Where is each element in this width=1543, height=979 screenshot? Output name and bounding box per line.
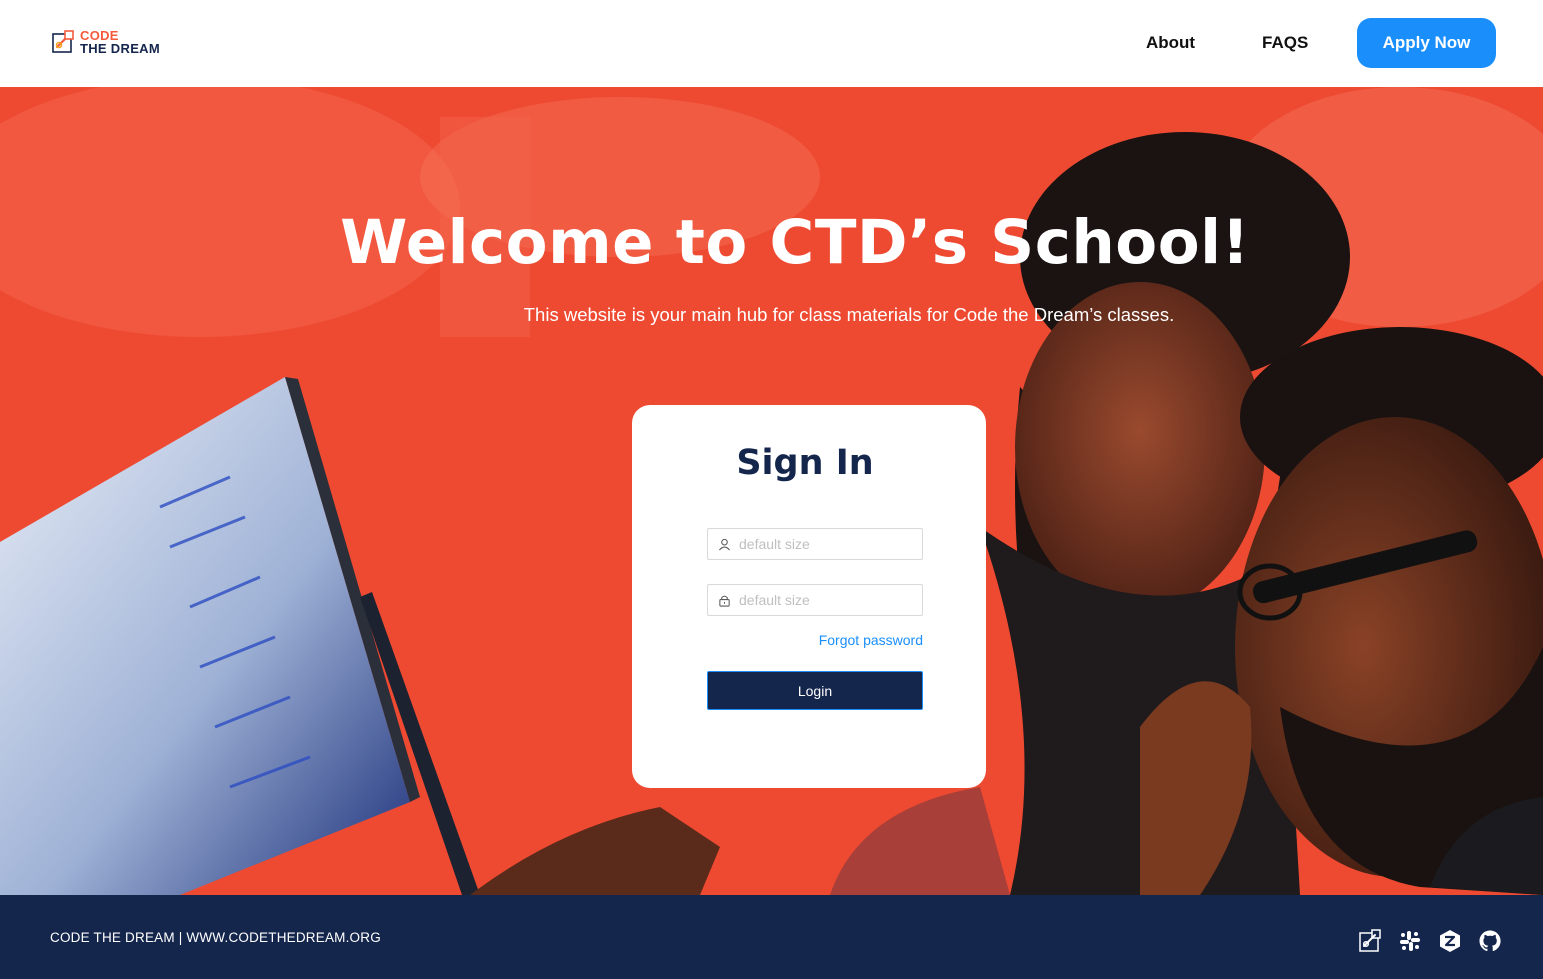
logo-mark-icon bbox=[52, 30, 74, 53]
username-input[interactable] bbox=[739, 536, 909, 552]
user-icon bbox=[719, 538, 730, 550]
password-field[interactable] bbox=[707, 584, 923, 616]
slack-icon[interactable] bbox=[1398, 929, 1422, 953]
nav-about-link[interactable]: About bbox=[1146, 33, 1195, 53]
top-header: CODE THE DREAM About FAQS Apply Now bbox=[0, 0, 1543, 87]
github-icon[interactable] bbox=[1478, 929, 1502, 953]
logo-text-line2: THE DREAM bbox=[80, 41, 160, 56]
zulip-icon[interactable] bbox=[1438, 929, 1462, 953]
ctd-logo[interactable]: CODE THE DREAM bbox=[51, 29, 160, 55]
logo-text: CODE THE DREAM bbox=[80, 29, 160, 55]
ctd-link-icon[interactable] bbox=[1358, 929, 1382, 953]
footer: CODE THE DREAM | WWW.CODETHEDREAM.ORG bbox=[0, 895, 1543, 979]
username-field[interactable] bbox=[707, 528, 923, 560]
signin-card: Sign In Forgot password Login bbox=[632, 405, 986, 788]
hero-title: Welcome to CTD’s School! bbox=[340, 207, 1250, 278]
forgot-password-link[interactable]: Forgot password bbox=[707, 632, 923, 648]
login-button[interactable]: Login bbox=[707, 671, 923, 710]
lock-icon bbox=[719, 595, 730, 607]
nav-faqs-link[interactable]: FAQS bbox=[1262, 33, 1308, 53]
apply-now-button[interactable]: Apply Now bbox=[1357, 18, 1496, 68]
signin-title: Sign In bbox=[736, 443, 874, 483]
footer-social-icons bbox=[1358, 929, 1502, 953]
footer-text: CODE THE DREAM | WWW.CODETHEDREAM.ORG bbox=[50, 930, 381, 945]
hero-subtitle: This website is your main hub for class … bbox=[523, 304, 1175, 325]
password-input[interactable] bbox=[739, 592, 909, 608]
